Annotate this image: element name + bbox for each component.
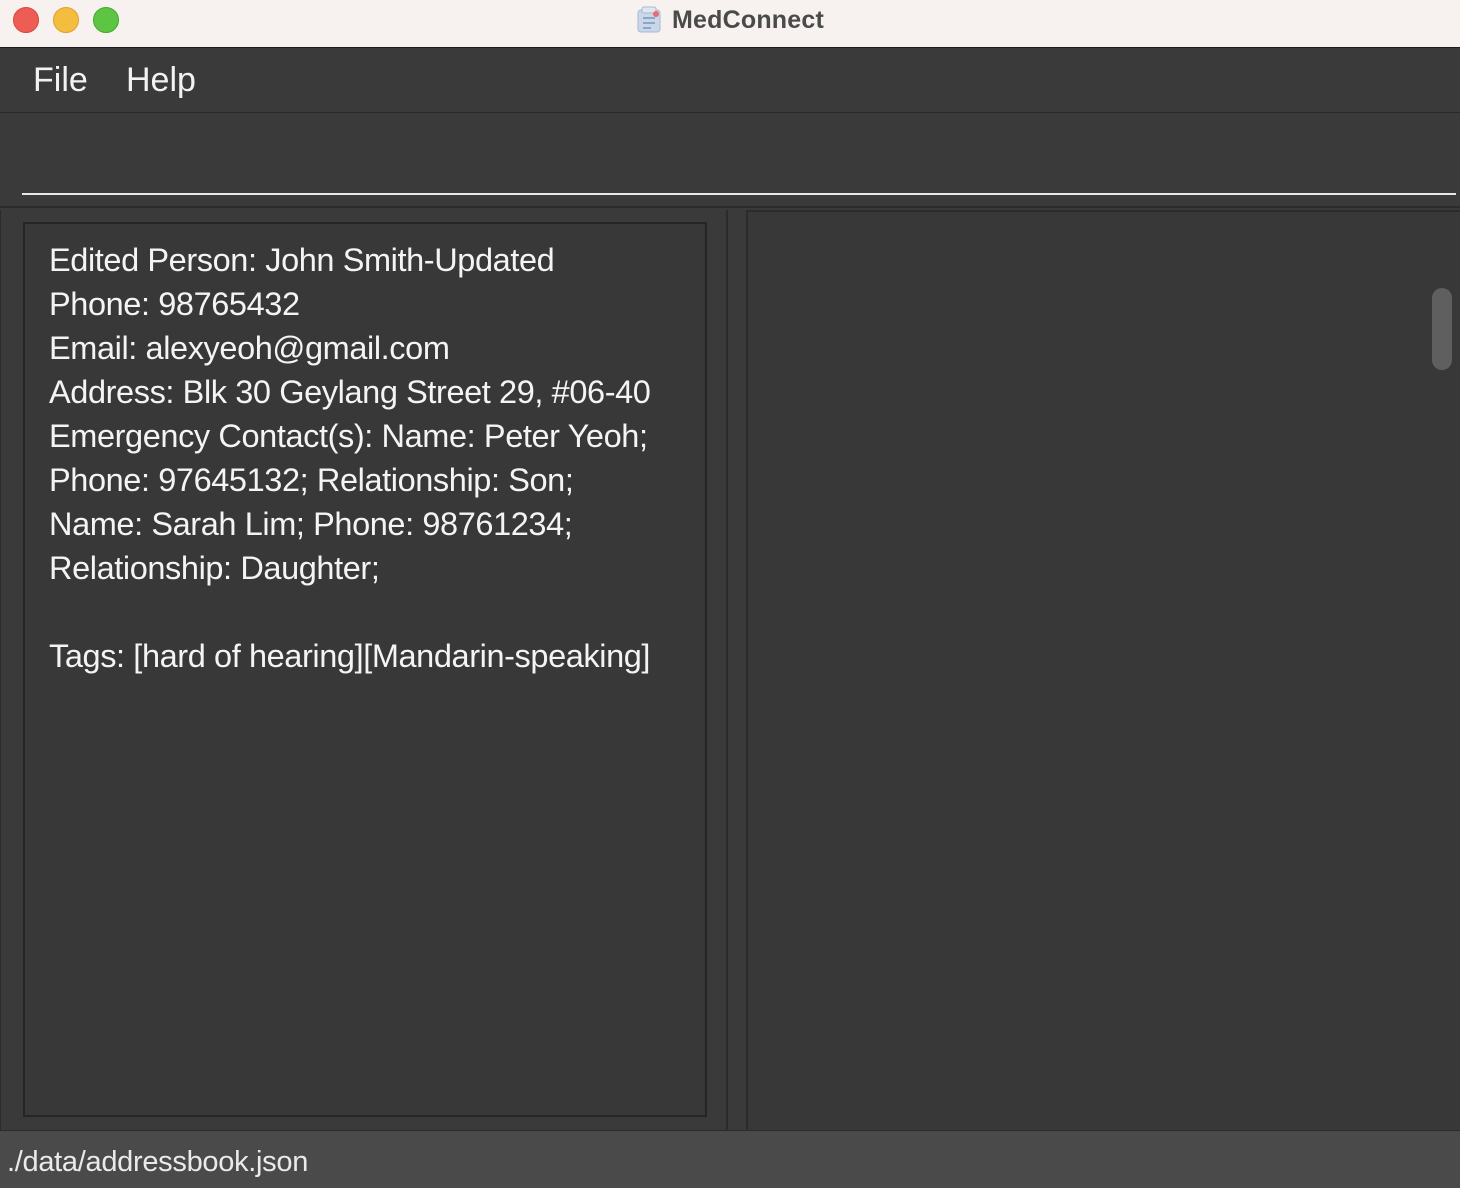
- result-line: Tags: [hard of hearing][Mandarin-speakin…: [49, 638, 651, 674]
- menu-bar: File Help: [0, 48, 1460, 113]
- result-line: Emergency Contact(s): Name: Peter Yeoh;: [49, 418, 648, 454]
- result-display[interactable]: Edited Person: John Smith-Updated Phone:…: [23, 222, 707, 1117]
- result-line: Email: alexyeoh@gmail.com: [49, 330, 450, 366]
- result-line: Relationship: Daughter;: [49, 550, 380, 586]
- result-line: Name: Sarah Lim; Phone: 98761234;: [49, 506, 573, 542]
- command-box-area: [0, 114, 1460, 208]
- result-line: Edited Person: John Smith-Updated: [49, 242, 555, 278]
- result-line: Phone: 98765432: [49, 286, 300, 322]
- result-line-blank: [49, 590, 705, 634]
- menu-file[interactable]: File: [33, 60, 88, 100]
- person-list-panel[interactable]: [746, 210, 1460, 1130]
- result-line: Address: Blk 30 Geylang Street 29, #06-4…: [49, 374, 651, 410]
- title-bar: MedConnect: [0, 0, 1460, 48]
- window-title-group: MedConnect: [0, 0, 1460, 40]
- status-bar: ./data/addressbook.json: [0, 1130, 1460, 1188]
- window-title: MedConnect: [672, 5, 824, 34]
- result-panel: Edited Person: John Smith-Updated Phone:…: [0, 210, 728, 1130]
- result-line: Phone: 97645132; Relationship: Son;: [49, 462, 574, 498]
- save-location-path: ./data/addressbook.json: [7, 1146, 309, 1178]
- scrollbar-thumb[interactable]: [1432, 288, 1452, 370]
- command-input[interactable]: [22, 114, 1456, 195]
- menu-help[interactable]: Help: [126, 60, 196, 100]
- panel-splitter[interactable]: [728, 210, 746, 1130]
- medconnect-app-icon: [636, 6, 662, 34]
